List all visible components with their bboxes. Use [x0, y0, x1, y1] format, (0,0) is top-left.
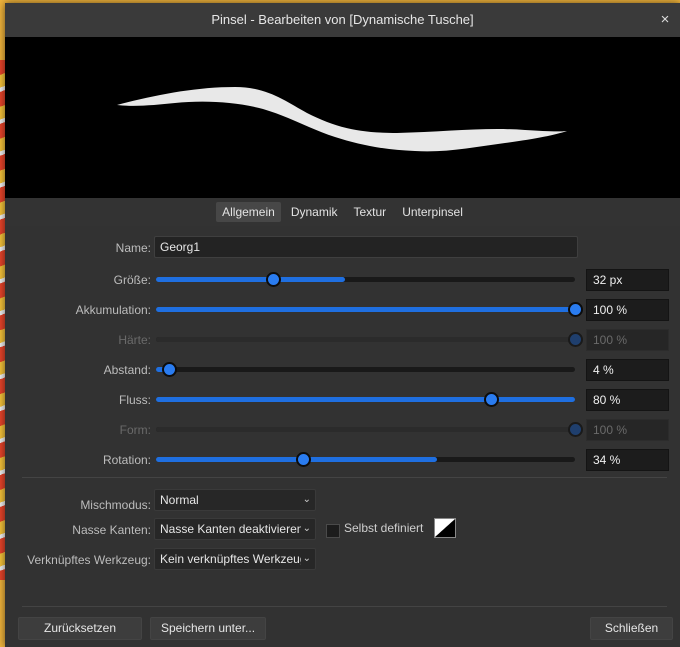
nasse-kanten-label: Nasse Kanten: [72, 523, 151, 537]
save-as-button[interactable]: Speichern unter... [150, 617, 266, 640]
selbst-definiert-checkbox[interactable] [326, 524, 340, 538]
selbst-definiert-label: Selbst definiert [344, 521, 424, 535]
werkzeug-value: Kein verknüpftes Werkzeug [160, 552, 307, 566]
haerte-label: Härte: [118, 333, 151, 347]
akkumulation-value-field[interactable]: 100 % [586, 299, 669, 321]
slider-handle [568, 332, 583, 347]
haerte-value-field: 100 % [586, 329, 669, 351]
tab-allgemein[interactable]: Allgemein [216, 202, 281, 222]
werkzeug-dropdown[interactable]: Kein verknüpftes Werkzeug ⌄ [154, 548, 316, 570]
name-label: Name: [115, 241, 151, 255]
form-slider [156, 422, 583, 437]
nasse-kanten-dropdown[interactable]: Nasse Kanten deaktivieren ⌄ [154, 518, 316, 540]
slider-handle[interactable] [568, 302, 583, 317]
fluss-label: Fluss: [118, 393, 151, 407]
werkzeug-label: Verknüpftes Werkzeug: [27, 553, 151, 567]
slider-fill [156, 307, 575, 312]
footer-divider [22, 606, 667, 607]
chevron-down-icon: ⌄ [300, 549, 311, 569]
close-button[interactable]: Schließen [590, 617, 673, 640]
groesse-value-field[interactable]: 32 px [586, 269, 669, 291]
brush-preview [5, 37, 680, 198]
chevron-down-icon: ⌄ [300, 490, 311, 510]
abstand-slider[interactable] [156, 362, 575, 377]
rotation-value-field[interactable]: 34 % [586, 449, 669, 471]
tab-unterpinsel[interactable]: Unterpinsel [396, 202, 469, 222]
color-swatch-icon[interactable] [434, 518, 456, 538]
reset-button[interactable]: Zurücksetzen [18, 617, 142, 640]
dialog-title: Pinsel - Bearbeiten von [Dynamische Tusc… [211, 12, 474, 27]
slider-fill [156, 337, 575, 342]
slider-fill [156, 277, 345, 282]
mischmodus-value: Normal [160, 493, 199, 507]
abstand-label: Abstand: [103, 363, 151, 377]
slider-fill [156, 427, 575, 432]
form-label: Form: [119, 423, 151, 437]
groesse-slider[interactable] [156, 272, 575, 287]
slider-handle[interactable] [161, 362, 177, 377]
haerte-slider [156, 332, 583, 347]
slider-handle[interactable] [295, 452, 311, 467]
groesse-label: Größe: [113, 273, 151, 287]
rotation-slider[interactable] [156, 452, 575, 467]
form-value-field: 100 % [586, 419, 669, 441]
akkumulation-label: Akkumulation: [75, 303, 151, 317]
tab-dynamik[interactable]: Dynamik [285, 202, 344, 222]
akkumulation-slider[interactable] [156, 302, 583, 317]
mischmodus-dropdown[interactable]: Normal ⌄ [154, 489, 316, 511]
divider [22, 477, 667, 478]
tab-textur[interactable]: Textur [348, 202, 393, 222]
fluss-value-field[interactable]: 80 % [586, 389, 669, 411]
brush-edit-dialog: Pinsel - Bearbeiten von [Dynamische Tusc… [5, 3, 680, 647]
fluss-slider[interactable] [156, 392, 575, 407]
close-icon[interactable]: × [656, 3, 674, 37]
abstand-value-field[interactable]: 4 % [586, 359, 669, 381]
brush-stroke-preview [117, 87, 567, 152]
slider-fill [156, 397, 575, 402]
mischmodus-label: Mischmodus: [80, 498, 151, 512]
name-input[interactable]: Georg1 [154, 236, 578, 258]
rotation-label: Rotation: [102, 453, 151, 467]
chevron-down-icon: ⌄ [300, 519, 311, 539]
slider-handle [568, 422, 583, 437]
tab-bar: Allgemein Dynamik Textur Unterpinsel [5, 198, 680, 226]
nasse-kanten-value: Nasse Kanten deaktivieren [160, 522, 304, 536]
title-bar: Pinsel - Bearbeiten von [Dynamische Tusc… [5, 3, 680, 37]
